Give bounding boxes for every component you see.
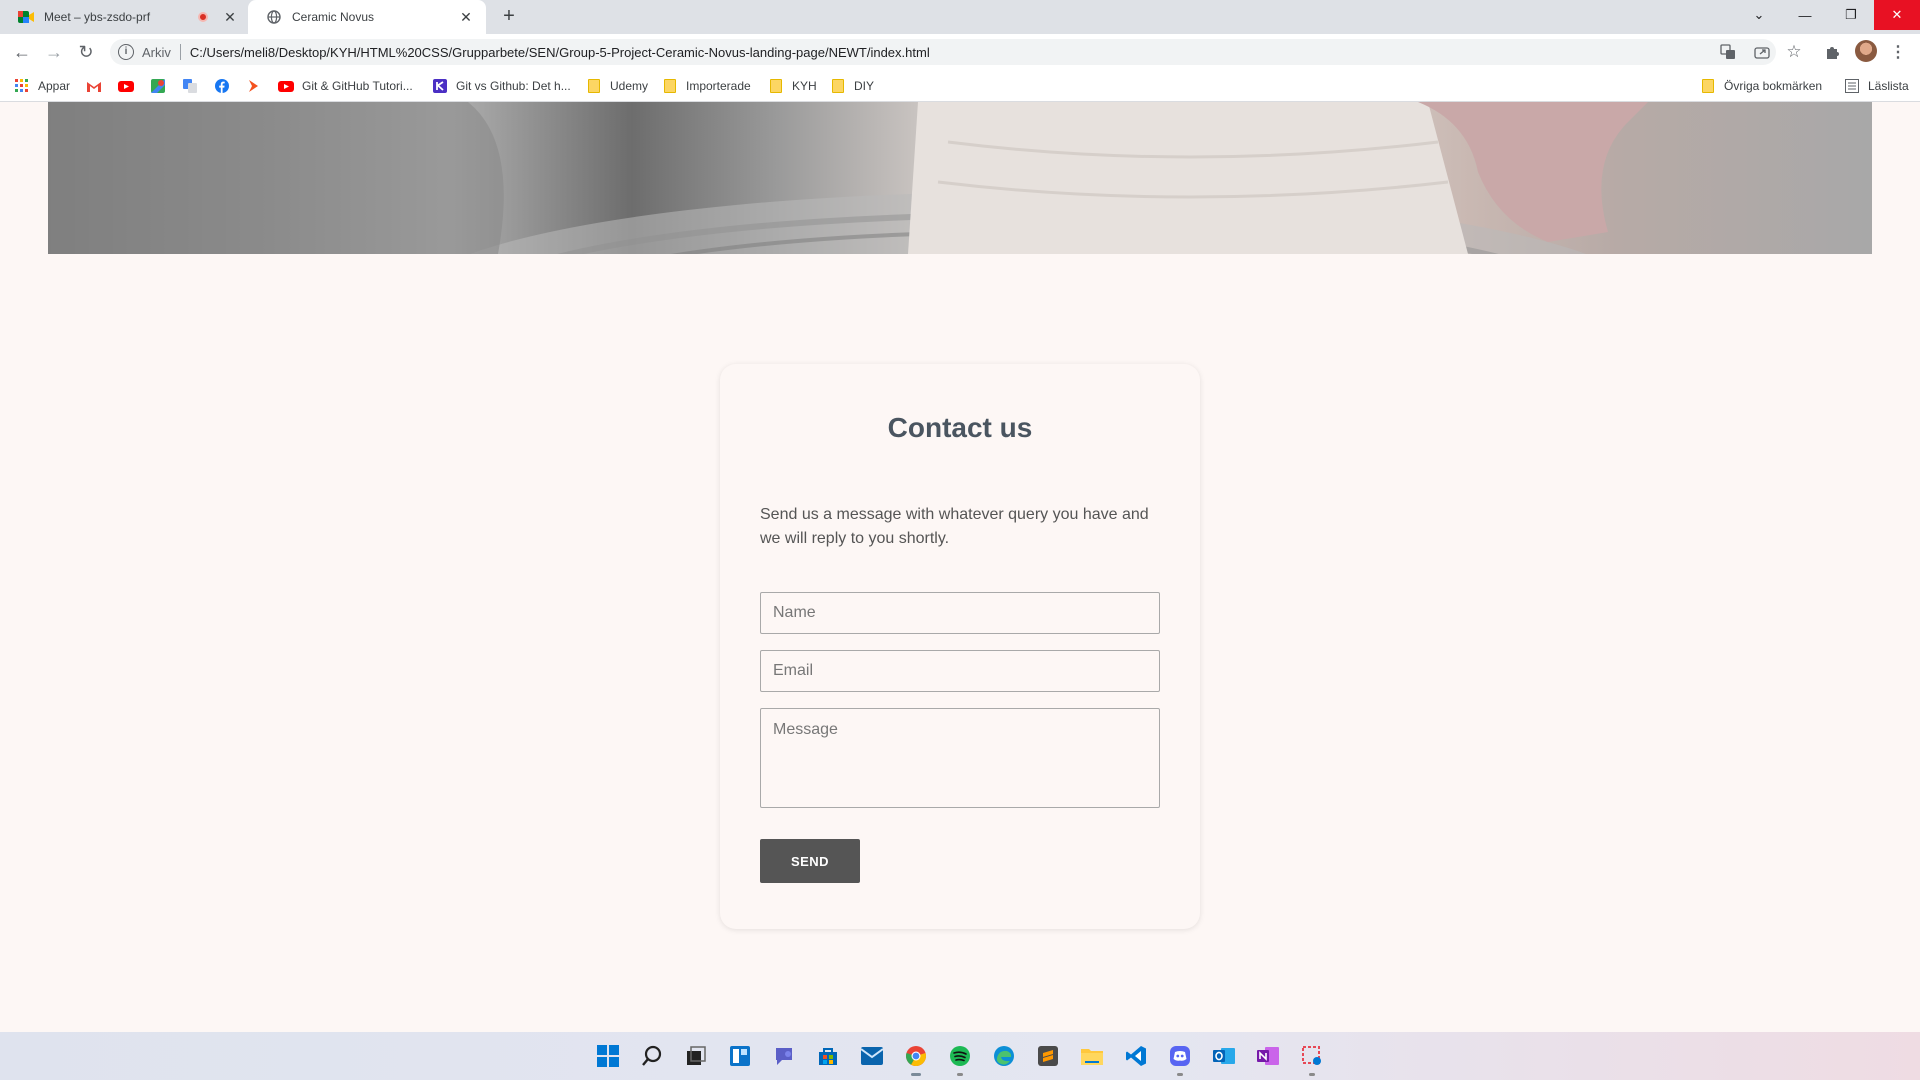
bookmark-folder-importerade[interactable]: Importerade [662,70,751,102]
outlook-icon[interactable] [1210,1042,1238,1070]
bookmark-folder-kyh[interactable]: KYH [768,70,817,102]
bookmark-label: Git & GitHub Tutori... [302,79,413,93]
tab-title: Meet – ybs-zsdo-prf [44,10,151,24]
snipping-tool-icon[interactable] [1298,1042,1326,1076]
share-icon[interactable] [1752,42,1772,62]
bookmark-folder-udemy[interactable]: Udemy [586,70,648,102]
teams-chat-icon[interactable] [770,1042,798,1070]
bookmark-label: Udemy [610,79,649,93]
chevron-bookmark-icon [246,78,262,94]
k-icon [432,78,448,94]
bookmark-label: DIY [854,79,875,93]
windows-start-icon[interactable] [594,1042,622,1070]
contact-title: Contact us [887,412,1033,443]
email-input[interactable] [760,650,1160,692]
google-maps-icon [150,78,166,94]
microsoft-store-icon[interactable] [814,1042,842,1070]
profile-avatar[interactable] [1855,40,1877,62]
globe-icon [266,9,282,25]
bookmarks-bar: Appar Git & GitHub Tutori... Git vs Gith… [0,70,1920,102]
search-icon[interactable] [638,1042,666,1070]
google-translate-icon [182,78,198,94]
hero-pottery-image [48,102,1872,254]
youtube-icon [118,78,134,94]
separator [179,44,181,60]
close-tab-icon[interactable]: ✕ [222,9,238,25]
bookmark-label: Övriga bokmärken [1724,79,1823,93]
file-explorer-icon[interactable] [1078,1042,1106,1070]
translate-icon[interactable] [1718,8,1738,28]
bookmark-arrow[interactable] [246,70,270,102]
folder-icon [586,78,602,94]
send-button[interactable]: SEND [760,839,860,883]
tab-search-icon[interactable]: ⌄ [1736,0,1782,30]
message-textarea[interactable] [760,708,1160,808]
google-meet-icon [18,9,34,25]
tab-meet[interactable]: Meet – ybs-zsdo-prf ✕ [0,0,250,34]
reload-icon[interactable]: ↻ [74,40,98,64]
bookmark-maps[interactable] [150,70,174,102]
browser-toolbar: ← → ↻ i Arkiv C:/Users/meli8/Desktop/KYH… [0,34,1920,70]
youtube-icon [278,78,294,94]
folder-icon [1700,78,1716,94]
minimize-icon[interactable]: — [1782,0,1828,30]
forward-icon[interactable]: → [42,40,66,64]
bookmark-git-tutorial[interactable]: Git & GitHub Tutori... [278,70,413,102]
gmail-icon [86,78,102,94]
menu-kebab-icon[interactable]: ⋮ [1888,42,1908,62]
folder-icon [768,78,784,94]
close-window-icon[interactable]: ✕ [1874,0,1920,30]
browser-tabstrip: Meet – ybs-zsdo-prf ✕ Ceramic Novus ✕ + … [0,0,1920,34]
mail-icon[interactable] [858,1042,886,1070]
url-text[interactable]: C:/Users/meli8/Desktop/KYH/HTML%20CSS/Gr… [190,45,930,60]
folder-icon [662,78,678,94]
extensions-icon[interactable] [1822,42,1842,62]
tab-title: Ceramic Novus [292,10,375,24]
widgets-icon[interactable] [726,1042,754,1070]
facebook-icon [214,78,230,94]
bookmark-git-vs-github[interactable]: Git vs Github: Det h... [432,70,571,102]
apps-grid-icon [14,78,30,94]
discord-icon[interactable] [1166,1042,1194,1076]
spotify-icon[interactable] [946,1042,974,1076]
bookmark-folder-diy[interactable]: DIY [830,70,874,102]
reading-list[interactable]: Läslista [1844,70,1909,102]
address-bar[interactable]: i Arkiv C:/Users/meli8/Desktop/KYH/HTML%… [110,39,1776,65]
name-input[interactable] [760,592,1160,634]
chrome-icon[interactable] [902,1042,930,1076]
back-icon[interactable]: ← [10,40,34,64]
contact-card: Contact us Send us a message with whatev… [720,364,1200,929]
bookmark-other[interactable]: Övriga bokmärken [1700,70,1822,102]
edge-icon[interactable] [990,1042,1018,1070]
reading-list-icon [1844,78,1860,94]
folder-icon [830,78,846,94]
bookmark-apps[interactable]: Appar [14,70,70,102]
bookmark-youtube[interactable] [118,70,142,102]
bookmark-label: Appar [38,79,71,93]
bookmark-translate[interactable] [182,70,206,102]
contact-intro: Send us a message with whatever query yo… [760,506,1149,547]
sublime-text-icon[interactable] [1034,1042,1062,1070]
bookmark-label: KYH [792,79,817,93]
scheme-label: Arkiv [142,44,171,60]
bookmark-star-icon[interactable]: ☆ [1784,42,1804,62]
bookmark-label: Git vs Github: Det h... [456,79,571,93]
recording-indicator-icon [198,12,208,22]
bookmark-gmail[interactable] [86,70,110,102]
vscode-icon[interactable] [1122,1042,1150,1070]
tab-ceramic-novus[interactable]: Ceramic Novus ✕ [248,0,486,34]
task-view-icon[interactable] [682,1042,710,1070]
info-icon[interactable]: i [118,44,134,60]
bookmark-facebook[interactable] [214,70,238,102]
close-tab-icon[interactable]: ✕ [458,9,474,25]
bookmark-label: Importerade [686,79,751,93]
new-tab-button[interactable]: + [498,6,520,28]
translate-icon[interactable] [1718,42,1738,62]
windows-taskbar [0,1032,1920,1080]
restore-icon[interactable]: ❐ [1828,0,1874,30]
onenote-icon[interactable] [1254,1042,1282,1070]
bookmark-label: Läslista [1868,79,1909,93]
